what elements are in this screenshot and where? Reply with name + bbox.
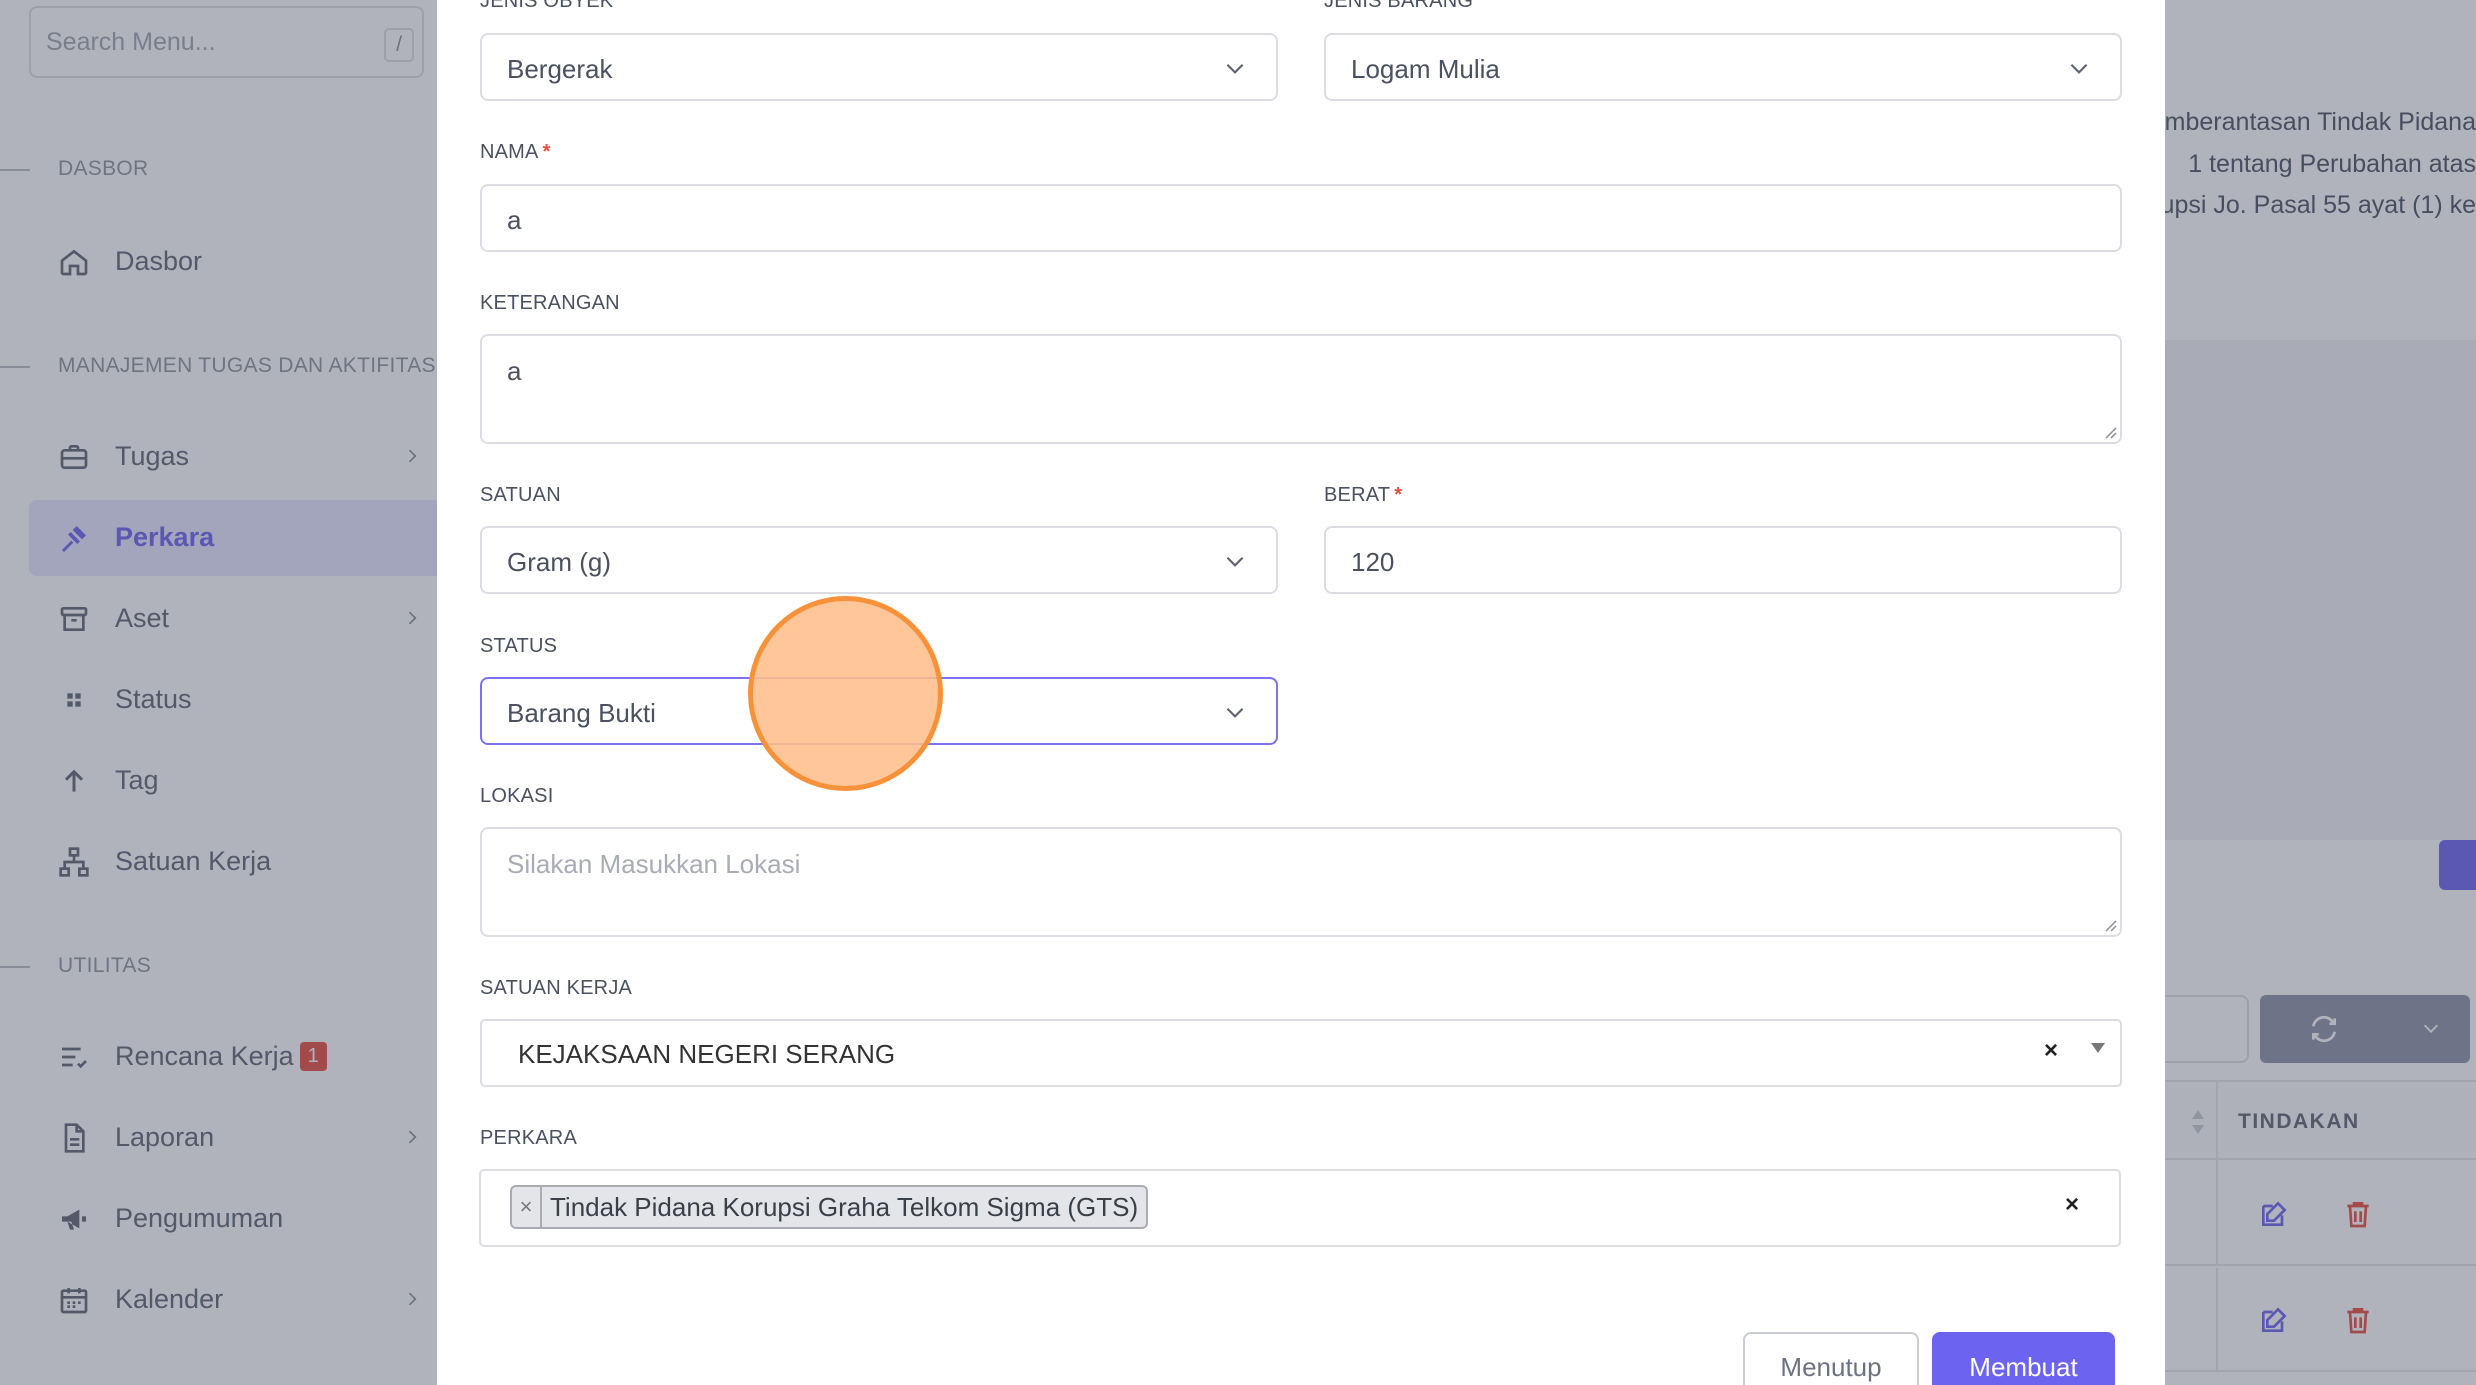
- lokasi-placeholder: Silakan Masukkan Lokasi: [507, 849, 801, 879]
- jenis-barang-label: JENIS BARANG: [1324, 0, 1474, 12]
- clear-selection-icon[interactable]: ×: [2044, 1037, 2058, 1065]
- click-indicator: [748, 596, 943, 791]
- jenis-barang-value: Logam Mulia: [1351, 54, 1500, 84]
- satuan-kerja-label: SATUAN KERJA: [480, 977, 633, 999]
- resize-handle-icon[interactable]: [2101, 423, 2117, 439]
- jenis-obyek-label: JENIS OBYEK: [480, 0, 614, 12]
- nama-value: a: [507, 205, 522, 235]
- chevron-down-icon: [2066, 55, 2092, 81]
- create-button[interactable]: Membuat: [1932, 1332, 2115, 1385]
- perkara-multiselect[interactable]: × Tindak Pidana Korupsi Graha Telkom Sigm…: [479, 1169, 2121, 1247]
- resize-handle-icon[interactable]: [2101, 916, 2117, 932]
- selected-perkara-text: Tindak Pidana Korupsi Graha Telkom Sigma…: [550, 1192, 1139, 1222]
- clear-selection-icon[interactable]: ×: [2065, 1191, 2079, 1219]
- lokasi-textarea[interactable]: Silakan Masukkan Lokasi: [480, 827, 2122, 937]
- perkara-label: PERKARA: [480, 1127, 577, 1149]
- jenis-obyek-value: Bergerak: [507, 54, 613, 84]
- keterangan-label: KETERANGAN: [480, 292, 620, 314]
- dropdown-arrow-icon[interactable]: [2091, 1043, 2105, 1053]
- close-button[interactable]: Menutup: [1743, 1332, 1919, 1385]
- jenis-barang-select[interactable]: Logam Mulia: [1324, 33, 2122, 101]
- selected-perkara-chip: × Tindak Pidana Korupsi Graha Telkom Sigm…: [510, 1185, 1149, 1229]
- keterangan-textarea[interactable]: a: [480, 334, 2122, 444]
- chevron-down-icon: [1222, 548, 1248, 574]
- satuan-label: SATUAN: [480, 484, 561, 506]
- satuan-kerja-value: KEJAKSAAN NEGERI SERANG: [518, 1039, 896, 1069]
- remove-chip-icon[interactable]: ×: [512, 1187, 542, 1227]
- satuan-value: Gram (g): [507, 547, 611, 577]
- satuan-select[interactable]: Gram (g): [480, 526, 1278, 594]
- jenis-obyek-select[interactable]: Bergerak: [480, 33, 1278, 101]
- chevron-down-icon: [1222, 699, 1248, 725]
- berat-label: BERAT *: [1324, 484, 1403, 506]
- create-asset-modal: JENIS OBYEK Bergerak JENIS BARANG Logam …: [437, 0, 2165, 1385]
- chevron-down-icon: [1222, 55, 1248, 81]
- status-label: STATUS: [480, 635, 558, 657]
- berat-input[interactable]: 120: [1324, 526, 2122, 594]
- lokasi-label: LOKASI: [480, 785, 554, 807]
- keterangan-value: a: [507, 356, 522, 386]
- berat-value: 120: [1351, 547, 1395, 577]
- status-value: Barang Bukti: [507, 698, 656, 728]
- satuan-kerja-select[interactable]: KEJAKSAAN NEGERI SERANG ×: [480, 1019, 2122, 1087]
- nama-label: NAMA *: [480, 141, 551, 163]
- nama-input[interactable]: a: [480, 184, 2122, 252]
